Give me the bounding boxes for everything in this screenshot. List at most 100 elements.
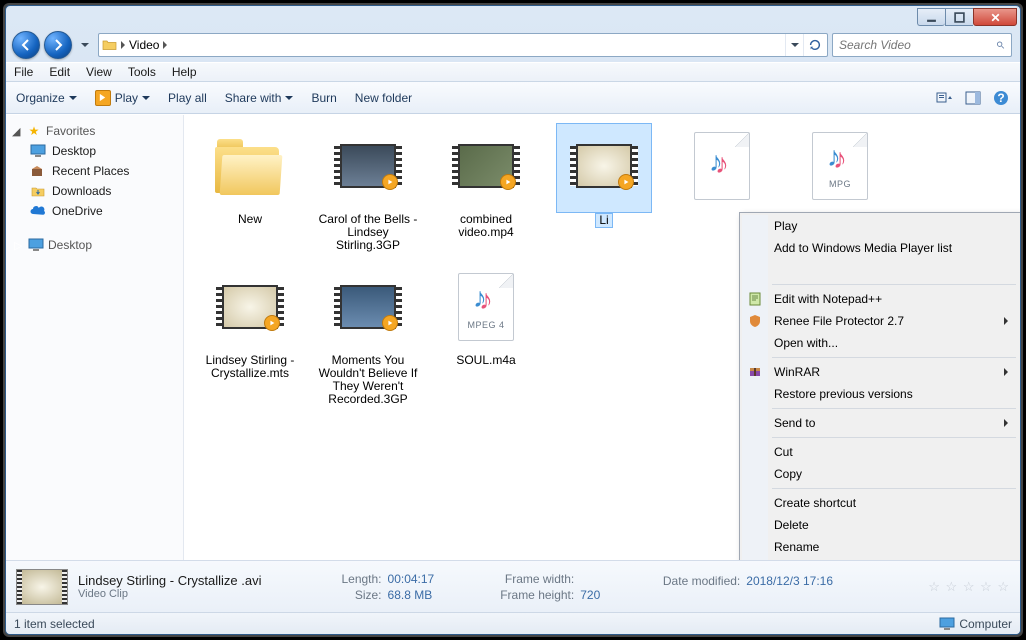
star-icon: ★ [26,123,42,139]
menu-view[interactable]: View [86,65,112,79]
expand-icon: ▷ [14,239,24,252]
sidebar-item-desktop-root[interactable]: ▷ Desktop [8,235,181,255]
refresh-button[interactable] [803,34,825,56]
status-computer: Computer [939,617,1012,631]
toolbar: Organize Play Play all Share with Burn N… [6,82,1020,114]
shield-icon [747,313,763,329]
explorer-window: Video File Edit View Tools Help Organize… [5,5,1021,635]
context-menu-item[interactable]: Copy [742,463,1018,485]
context-menu-item[interactable]: Edit with Notepad++ [742,288,1018,310]
menu-file[interactable]: File [14,65,33,79]
favorites-header[interactable]: ◢ ★ Favorites [8,121,181,141]
context-menu-item[interactable]: Restore previous versions [742,383,1018,405]
maximize-button[interactable] [945,8,973,26]
submenu-arrow-icon [1004,317,1008,325]
context-menu-item[interactable] [742,259,1018,281]
downloads-icon [30,183,46,199]
meta-label: Frame width: [494,572,574,586]
sidebar-item-desktop[interactable]: Desktop [8,141,181,161]
minimize-button[interactable] [917,8,945,26]
play-button[interactable]: Play [95,90,150,106]
recent-icon [30,163,46,179]
sidebar-item-downloads[interactable]: Downloads [8,181,181,201]
video-thumbnail [340,144,396,188]
computer-icon [939,617,955,631]
rating-stars[interactable]: ☆ ☆ ☆ ☆ ☆ [928,579,1010,594]
sidebar-item-onedrive[interactable]: OneDrive [8,201,181,221]
details-filetype: Video Clip [78,588,262,600]
organize-button[interactable]: Organize [16,91,77,105]
status-bar: 1 item selected Computer [6,612,1020,634]
file-item[interactable]: combined video.mp4 [432,123,540,252]
video-thumbnail [222,285,278,329]
file-label: Carol of the Bells - Lindsey Stirling.3G… [314,213,422,252]
help-button[interactable]: ? [992,89,1010,107]
sharewith-button[interactable]: Share with [225,91,294,105]
details-filename: Lindsey Stirling - Crystallize .avi [78,573,262,588]
meta-value: 68.8 MB [388,588,433,602]
file-item[interactable]: Lindsey Stirling - Crystallize.mts [196,264,304,406]
video-thumbnail [340,285,396,329]
notepad-icon [747,291,763,307]
play-overlay-icon [382,174,398,190]
context-menu-item[interactable]: Create shortcut [742,492,1018,514]
search-input[interactable] [839,38,996,52]
view-options-button[interactable] [936,89,954,107]
video-thumbnail [576,144,632,188]
newfolder-button[interactable]: New folder [355,91,412,105]
context-menu-item[interactable]: Delete [742,514,1018,536]
file-icon: MPEG 4 [458,273,514,341]
address-bar[interactable]: Video [98,33,828,57]
file-label: Moments You Wouldn't Believe If They Wer… [314,354,422,406]
menu-help[interactable]: Help [172,65,197,79]
file-icon: MPG [812,132,868,200]
titlebar [6,6,1020,28]
folder-icon [101,36,119,54]
meta-label: Date modified: [660,574,740,588]
search-box[interactable] [832,33,1012,57]
context-menu-item[interactable]: Add to Windows Media Player list [742,237,1018,259]
menu-tools[interactable]: Tools [128,65,156,79]
file-label: Lindsey Stirling - Crystallize.mts [196,354,304,380]
play-overlay-icon [500,174,516,190]
context-menu-item[interactable]: Send to [742,412,1018,434]
context-menu-item[interactable]: Play [742,215,1018,237]
file-item[interactable]: Carol of the Bells - Lindsey Stirling.3G… [314,123,422,252]
winrar-icon [747,364,763,380]
address-dropdown-button[interactable] [785,34,803,56]
file-label: New [238,213,262,226]
context-menu-item[interactable]: Open with... [742,332,1018,354]
context-menu-item[interactable]: Cut [742,441,1018,463]
context-menu-item[interactable]: Renee File Protector 2.7 [742,310,1018,332]
video-thumbnail [458,144,514,188]
forward-button[interactable] [44,31,72,59]
file-item[interactable]: Li [550,123,658,252]
details-thumbnail [16,569,68,605]
file-item[interactable]: MPEG 4 SOUL.m4a [432,264,540,406]
preview-pane-button[interactable] [964,89,982,107]
meta-label: Size: [302,588,382,602]
breadcrumb-item[interactable]: Video [125,34,171,56]
file-item[interactable]: New [196,123,304,252]
sidebar-item-recent[interactable]: Recent Places [8,161,181,181]
nav-history-dropdown[interactable] [76,34,94,56]
folder-icon [215,137,285,195]
file-label: SOUL.m4a [456,354,515,367]
onedrive-icon [30,203,46,219]
collapse-icon: ◢ [12,125,22,138]
file-label: Li [595,213,612,228]
context-menu-item[interactable]: Rename [742,536,1018,558]
meta-label: Length: [302,572,382,586]
close-button[interactable] [973,8,1017,26]
burn-button[interactable]: Burn [311,91,336,105]
context-menu-item[interactable]: WinRAR [742,361,1018,383]
menu-edit[interactable]: Edit [49,65,70,79]
content-area[interactable]: New Carol of the Bells - Lindsey Stirling… [184,115,1020,560]
file-item[interactable]: Moments You Wouldn't Believe If They Wer… [314,264,422,406]
desktop-icon [30,143,46,159]
play-overlay-icon [382,315,398,331]
file-label: combined video.mp4 [432,213,540,239]
back-button[interactable] [12,31,40,59]
playall-button[interactable]: Play all [168,91,207,105]
menubar: File Edit View Tools Help [6,62,1020,82]
